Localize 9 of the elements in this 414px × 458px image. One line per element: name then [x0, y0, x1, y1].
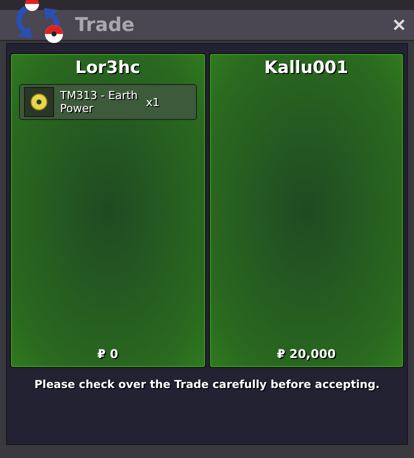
item-name: TM313 - Earth Power [60, 89, 139, 115]
window-title: Trade [75, 14, 135, 36]
trader-name: Lor3hc [74, 58, 142, 78]
money-amount: ₽ 20,000 [276, 347, 337, 361]
trader-name: Kallu001 [263, 58, 350, 78]
close-button[interactable]: ✕ [390, 14, 408, 36]
trade-notice: Please check over the Trade carefully before accepting. [33, 378, 381, 391]
money-amount: ₽ 0 [96, 347, 120, 361]
item-quantity: x1 [146, 96, 160, 108]
